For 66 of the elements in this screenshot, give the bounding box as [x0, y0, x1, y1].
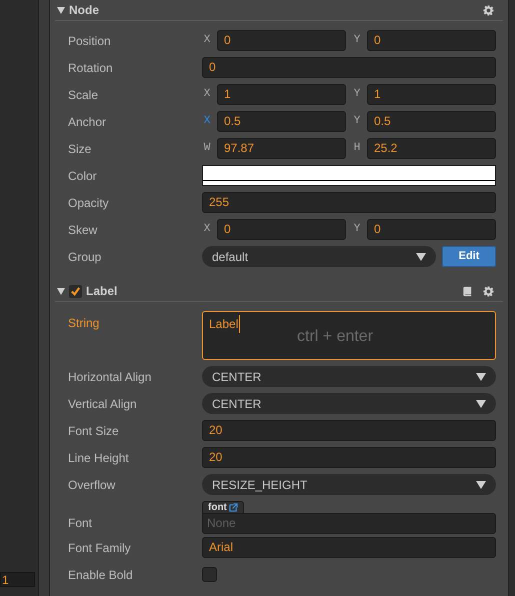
color-swatch[interactable] [202, 165, 496, 186]
axis-label: W [202, 141, 212, 156]
property-label: Font [67, 515, 94, 532]
axis-label: Y [352, 222, 362, 238]
book-icon[interactable] [462, 286, 473, 296]
axis-label: Y [352, 33, 362, 48]
edit-button[interactable]: Edit [442, 246, 496, 267]
number-field[interactable]: 0 [367, 219, 496, 240]
axis-label: X [202, 87, 212, 102]
value-field[interactable]: 1 [0, 572, 35, 587]
property-label: Font Size [67, 422, 120, 440]
number-field[interactable]: 20 [202, 447, 496, 468]
property-label: Rotation [67, 60, 114, 76]
caret-icon [476, 372, 486, 380]
string-textarea[interactable]: Label ctrl + enter [202, 311, 496, 360]
property-label: Anchor [67, 114, 108, 130]
caret-icon [476, 480, 486, 488]
property-label: Color [67, 168, 98, 184]
number-field[interactable]: 0 [367, 30, 496, 51]
number-field[interactable]: 0.5 [217, 111, 346, 132]
property-label: Vertical Align [67, 396, 138, 412]
section-title: Label [86, 283, 118, 300]
expand-arrow-icon[interactable] [57, 288, 65, 294]
property-label: Enable Bold [67, 566, 134, 584]
number-field[interactable]: 0 [217, 30, 346, 51]
caret-icon [416, 252, 426, 260]
checkbox[interactable] [202, 567, 217, 582]
property-label: Group [67, 248, 102, 266]
property-label: Font Family [67, 540, 132, 556]
number-field[interactable]: 20 [202, 420, 496, 441]
property-label: Line Height [67, 450, 130, 466]
property-label: String [67, 315, 100, 332]
number-field[interactable]: 97.87 [217, 138, 346, 159]
external-link-icon[interactable] [228, 503, 238, 512]
axis-label: X [202, 114, 212, 130]
settings-icon[interactable] [483, 4, 494, 16]
axis-label: H [352, 141, 362, 156]
settings-icon[interactable] [483, 286, 494, 296]
axis-label: Y [352, 87, 362, 102]
enable-checkbox[interactable] [69, 284, 82, 298]
asset-type-tag: font [202, 501, 244, 513]
section-title: Node [69, 2, 99, 19]
number-field[interactable]: 255 [202, 192, 496, 213]
number-field[interactable]: 1 [367, 84, 496, 105]
caret-icon [476, 400, 486, 408]
number-field[interactable]: 25.2 [367, 138, 496, 159]
property-label: Size [67, 140, 92, 158]
number-field[interactable]: 0 [217, 219, 346, 240]
property-label: Horizontal Align [67, 368, 152, 386]
property-label: Skew [67, 222, 98, 238]
text-field[interactable]: Arial [202, 537, 496, 558]
dropdown[interactable]: CENTER [202, 366, 496, 387]
axis-label: X [202, 222, 212, 238]
number-field[interactable]: 0 [202, 57, 496, 78]
property-label: Scale [67, 86, 100, 104]
axis-label: Y [352, 114, 362, 130]
dropdown[interactable]: RESIZE_HEIGHT [202, 474, 496, 495]
number-field[interactable]: 1 [217, 84, 346, 105]
property-label: Position [67, 32, 112, 50]
axis-label: X [202, 33, 212, 48]
dropdown[interactable]: CENTER [202, 393, 496, 414]
dropdown[interactable]: default [202, 246, 436, 267]
expand-arrow-icon[interactable] [57, 6, 65, 14]
number-field[interactable]: 0.5 [367, 111, 496, 132]
property-label: Overflow [67, 476, 116, 494]
property-label: Opacity [67, 194, 110, 212]
